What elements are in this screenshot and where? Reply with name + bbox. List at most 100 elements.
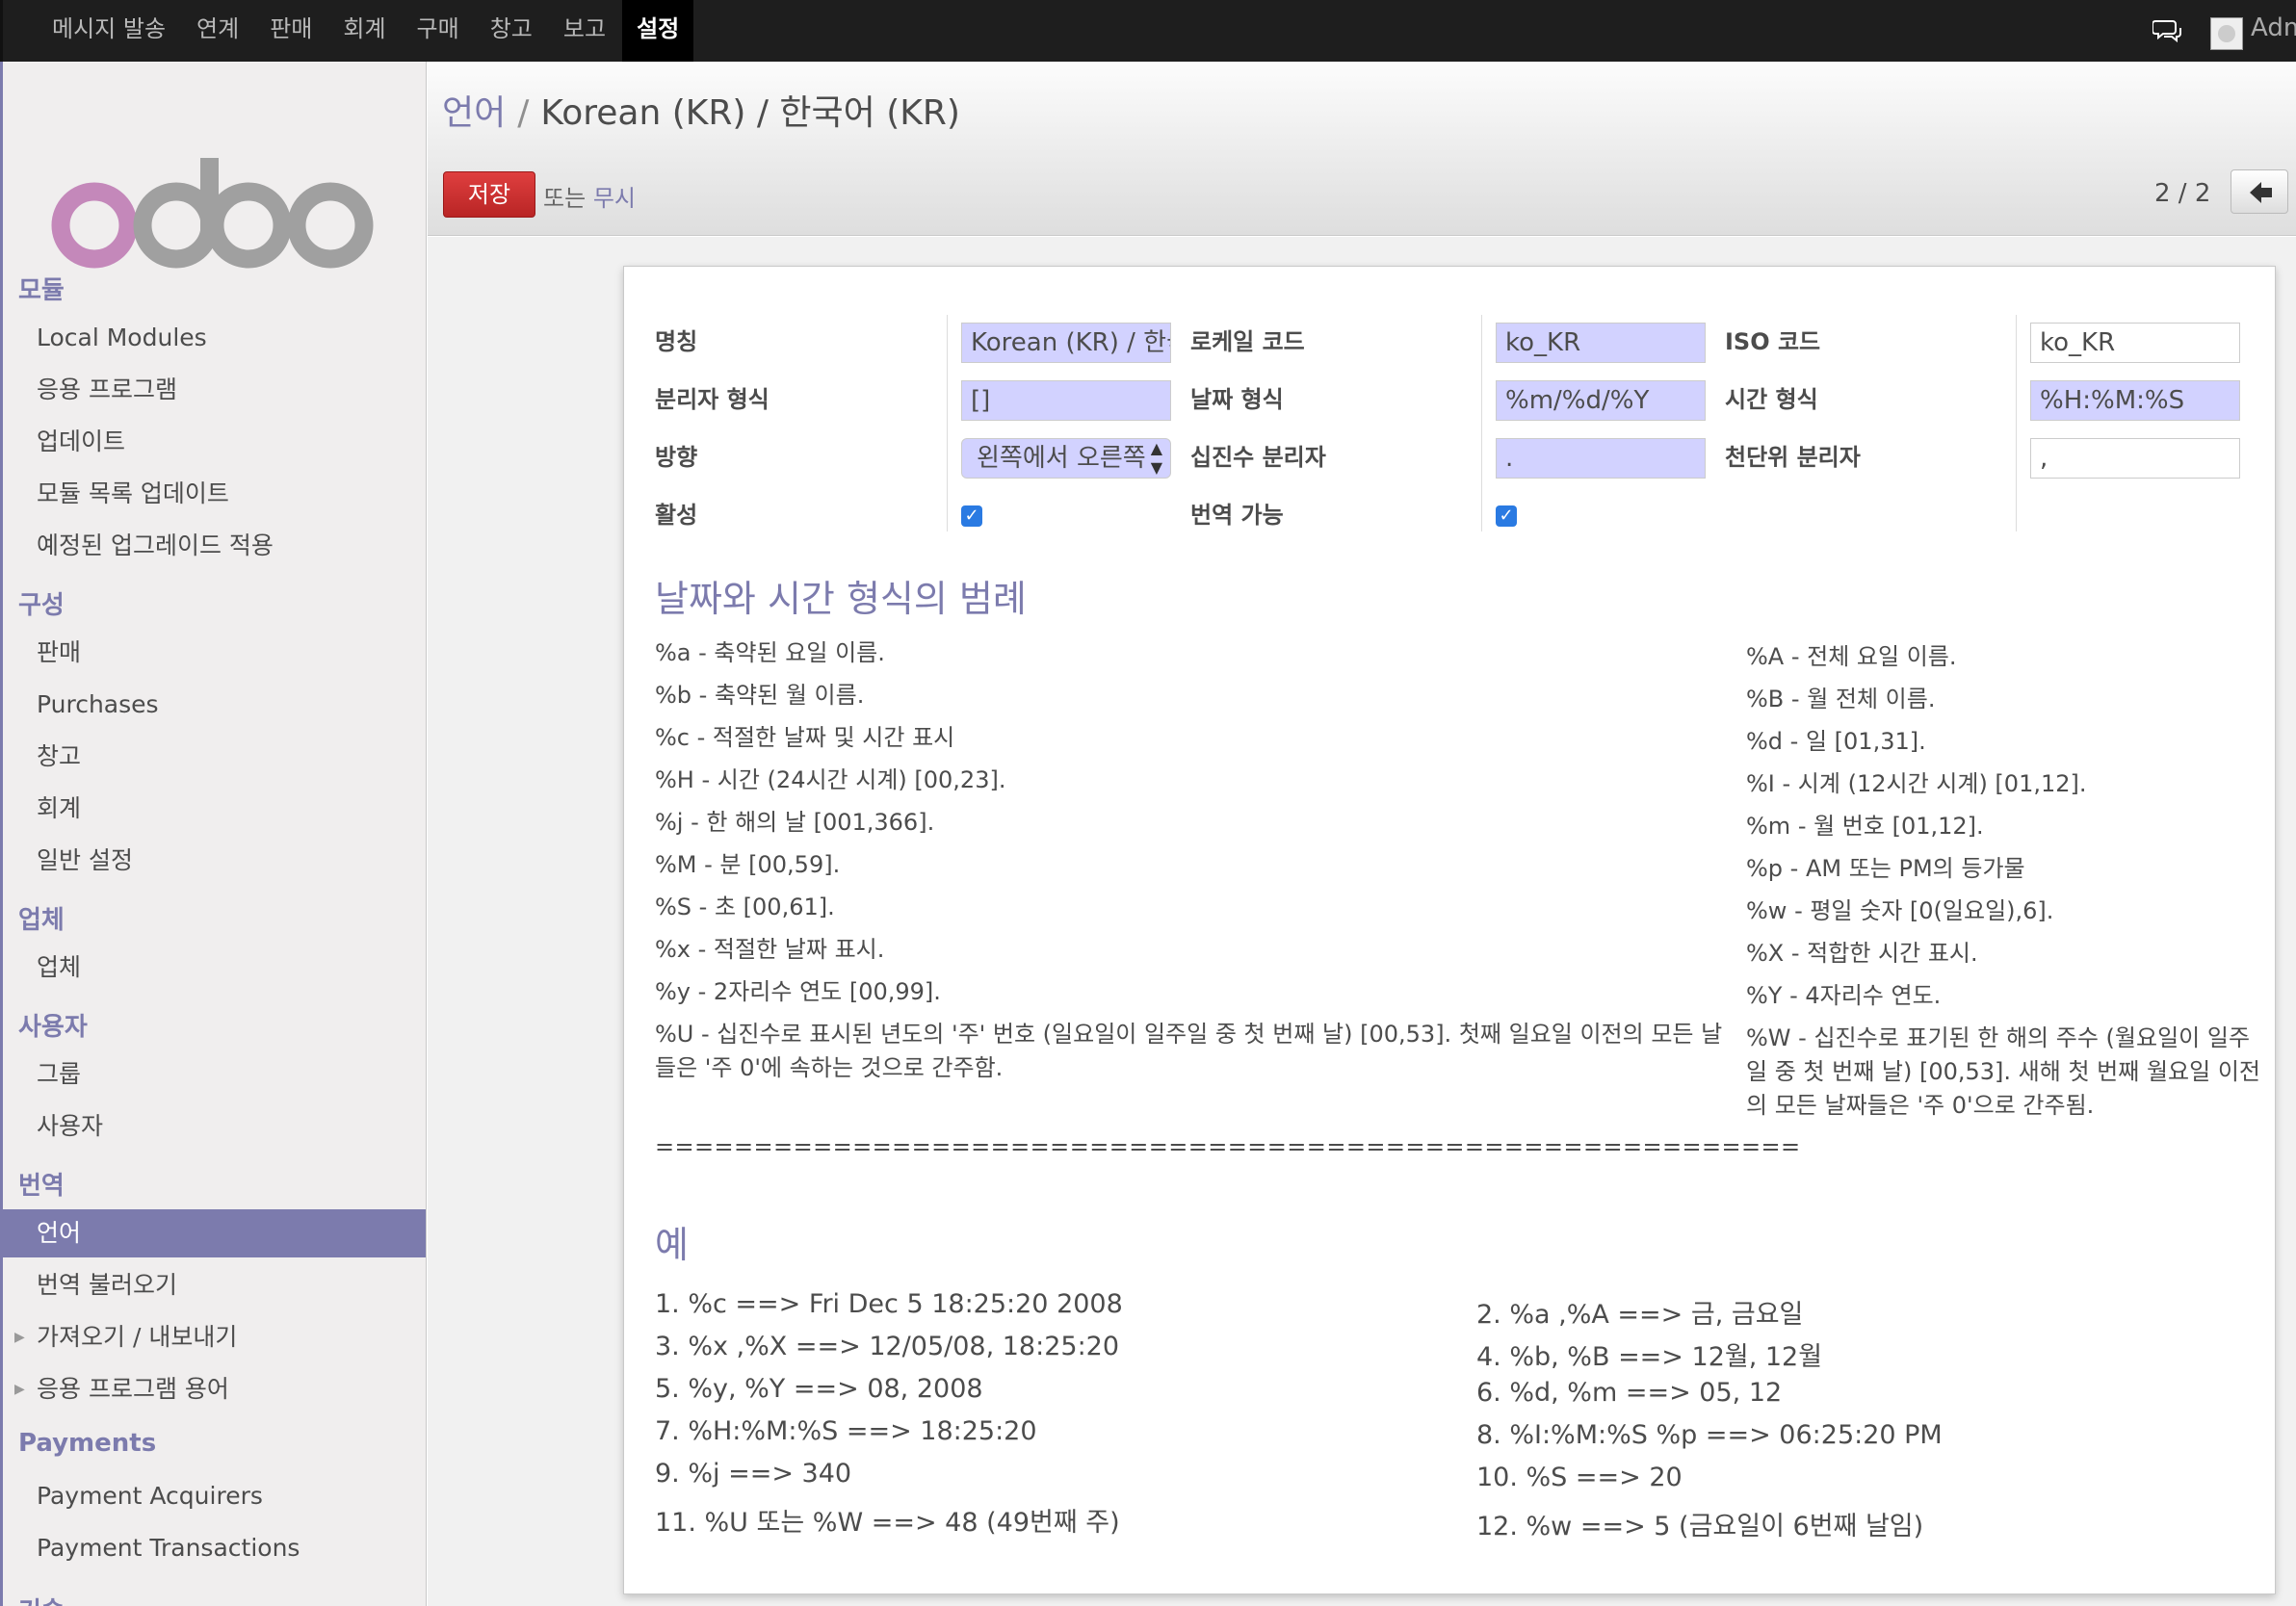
example-item: 11. %U 또는 %W ==> 48 (49번째 주) bbox=[655, 1508, 1120, 1538]
sidebar-item-warehouse[interactable]: 창고 bbox=[3, 733, 426, 781]
sidebar-section-payments: Payments bbox=[18, 1429, 157, 1458]
chat-icon[interactable] bbox=[2152, 17, 2181, 42]
column-divider bbox=[2016, 315, 2017, 531]
example-item: 3. %x ,%X ==> 12/05/08, 18:25:20 bbox=[655, 1332, 1120, 1361]
legend-item: %M - 분 [00,59]. bbox=[655, 851, 841, 878]
sidebar-item-payment-transactions[interactable]: Payment Transactions bbox=[3, 1524, 426, 1572]
sidebar-section-configuration: 구성 bbox=[18, 591, 65, 620]
arrow-left-icon bbox=[2250, 182, 2272, 203]
date-format-field[interactable]: %m/%d/%Y bbox=[1496, 380, 1706, 421]
save-button[interactable]: 저장 bbox=[443, 171, 535, 218]
thousands-separator-field[interactable]: , bbox=[2030, 438, 2240, 479]
or-label: 또는 bbox=[543, 185, 587, 212]
direction-label: 방향 bbox=[655, 444, 698, 471]
active-checkbox[interactable]: ✓ bbox=[961, 505, 982, 527]
sidebar-item-languages[interactable]: 언어 bbox=[3, 1209, 426, 1257]
sidebar-section-translations: 번역 bbox=[18, 1172, 65, 1201]
top-menu-accounting[interactable]: 회계 bbox=[328, 0, 400, 62]
sidebar-item-apply-upgrades[interactable]: 예정된 업그레이드 적용 bbox=[3, 522, 426, 570]
top-menu-settings[interactable]: 설정 bbox=[622, 0, 694, 62]
sidebar-item-label: 응용 프로그램 용어 bbox=[37, 1375, 229, 1403]
caret-right-icon: ▶ bbox=[14, 1382, 25, 1397]
or-discard: 또는 무시 bbox=[543, 179, 636, 213]
sidebar-section-technical: 기술 bbox=[18, 1592, 65, 1606]
legend-item: %b - 축약된 월 이름. bbox=[655, 682, 865, 709]
example-item: 6. %d, %m ==> 05, 12 bbox=[1476, 1378, 1783, 1408]
sidebar-item-groups[interactable]: 그룹 bbox=[3, 1050, 426, 1099]
sidebar-item-local-modules[interactable]: Local Modules bbox=[3, 314, 426, 362]
sidebar-item-load-translation[interactable]: 번역 불러오기 bbox=[3, 1261, 426, 1309]
sidebar-item-application-terms[interactable]: ▶ 응용 프로그램 용어 bbox=[3, 1365, 426, 1413]
odoo-logo bbox=[51, 158, 374, 269]
legend-item: %x - 적절한 날짜 표시. bbox=[655, 936, 885, 963]
name-label: 명칭 bbox=[655, 328, 698, 355]
locale-code-field[interactable]: ko_KR bbox=[1496, 323, 1706, 363]
top-menu-sales[interactable]: 판매 bbox=[255, 0, 326, 62]
example-item: 4. %b, %B ==> 12월, 12월 bbox=[1476, 1342, 1823, 1372]
legend-item: %U - 십진수로 표시된 년도의 '주' 번호 (일요일이 일주일 중 첫 번… bbox=[655, 1021, 1723, 1081]
legend-item: %w - 평일 숫자 [0(일요일),6]. bbox=[1746, 897, 2054, 924]
name-field[interactable]: Korean (KR) / 한국어 (KR) bbox=[961, 323, 1171, 363]
example-item: 7. %H:%M:%S ==> 18:25:20 bbox=[655, 1416, 1037, 1446]
legend-item: %y - 2자리수 연도 [00,99]. bbox=[655, 978, 941, 1005]
sidebar-item-updates[interactable]: 업데이트 bbox=[3, 418, 426, 466]
legend-item: %m - 월 번호 [01,12]. bbox=[1746, 813, 1984, 840]
translatable-checkbox[interactable]: ✓ bbox=[1496, 505, 1517, 527]
direction-select[interactable]: 왼쪽에서 오른쪽 ▲ ▼ bbox=[961, 438, 1171, 479]
sidebar-item-users[interactable]: 사용자 bbox=[3, 1102, 426, 1151]
legend-item: %X - 적합한 시간 표시. bbox=[1746, 940, 1978, 967]
pager-previous-button[interactable] bbox=[2231, 169, 2288, 214]
sidebar-section-modules: 모듈 bbox=[18, 276, 65, 305]
example-item: 9. %j ==> 340 bbox=[655, 1459, 852, 1489]
legend-item: %c - 적절한 날짜 및 시간 표시 bbox=[655, 724, 955, 751]
sidebar-item-import-export[interactable]: ▶ 가져오기 / 내보내기 bbox=[3, 1313, 426, 1361]
top-menu-messaging[interactable]: 메시지 발송 bbox=[38, 0, 180, 62]
example-item: 12. %w ==> 5 (금요일이 6번째 날임) bbox=[1476, 1512, 1924, 1541]
example-item: 8. %I:%M:%S %p ==> 06:25:20 PM bbox=[1476, 1420, 1943, 1450]
sidebar-item-sales[interactable]: 판매 bbox=[3, 629, 426, 677]
top-menu: 메시지 발송 연계 판매 회계 구매 창고 보고 설정 bbox=[38, 0, 695, 62]
legend-item: %B - 월 전체 이름. bbox=[1746, 686, 1936, 712]
top-menu-reporting[interactable]: 보고 bbox=[549, 0, 620, 62]
top-menu-warehouse[interactable]: 창고 bbox=[476, 0, 547, 62]
decimal-separator-field[interactable]: . bbox=[1496, 438, 1706, 479]
iso-code-label: ISO 코드 bbox=[1725, 328, 1821, 355]
discard-link[interactable]: 무시 bbox=[593, 185, 636, 212]
sidebar-item-payment-acquirers[interactable]: Payment Acquirers bbox=[3, 1472, 426, 1520]
decimal-separator-label: 십진수 분리자 bbox=[1190, 444, 1326, 471]
legend-title: 날짜와 시간 형식의 범례 bbox=[655, 578, 1027, 620]
top-menu-purchase[interactable]: 구매 bbox=[403, 0, 474, 62]
translatable-label: 번역 가능 bbox=[1190, 502, 1284, 529]
sidebar-item-apps[interactable]: 응용 프로그램 bbox=[3, 366, 426, 414]
legend-item: %p - AM 또는 PM의 등가물 bbox=[1746, 855, 2025, 882]
sidebar-item-general-settings[interactable]: 일반 설정 bbox=[3, 837, 426, 885]
breadcrumb-parent-link[interactable]: 언어 bbox=[442, 93, 506, 133]
legend-item: %a - 축약된 요일 이름. bbox=[655, 639, 885, 666]
control-panel: 언어 / Korean (KR) / 한국어 (KR) 저장 또는 무시 2 / 2 bbox=[428, 62, 2296, 236]
sidebar-item-accounting[interactable]: 회계 bbox=[3, 785, 426, 833]
sidebar-item-purchases[interactable]: Purchases bbox=[3, 681, 426, 729]
caret-right-icon: ▶ bbox=[14, 1330, 25, 1345]
content-area: 명칭 Korean (KR) / 한국어 (KR) 로케일 코드 ko_KR I… bbox=[428, 237, 2296, 1606]
time-format-label: 시간 형식 bbox=[1725, 386, 1818, 413]
grouping-field[interactable]: [] bbox=[961, 380, 1171, 421]
column-divider bbox=[1481, 315, 1482, 531]
top-menu-connect[interactable]: 연계 bbox=[182, 0, 253, 62]
pager-value: 2 / 2 bbox=[2154, 179, 2211, 208]
top-navbar: 메시지 발송 연계 판매 회계 구매 창고 보고 설정 Adm bbox=[0, 0, 2296, 62]
legend-item: %I - 시계 (12시간 시계) [01,12]. bbox=[1746, 770, 2087, 797]
legend-item: %Y - 4자리수 연도. bbox=[1746, 982, 1942, 1009]
form-sheet: 명칭 Korean (KR) / 한국어 (KR) 로케일 코드 ko_KR I… bbox=[623, 266, 2276, 1594]
sidebar-item-companies[interactable]: 업체 bbox=[3, 944, 426, 992]
sidebar-item-update-module-list[interactable]: 모듈 목록 업데이트 bbox=[3, 470, 426, 518]
thousands-separator-label: 천단위 분리자 bbox=[1725, 444, 1861, 471]
user-name[interactable]: Adm bbox=[2251, 13, 2296, 42]
iso-code-field[interactable]: ko_KR bbox=[2030, 323, 2240, 363]
locale-code-label: 로케일 코드 bbox=[1190, 328, 1305, 355]
date-format-label: 날짜 형식 bbox=[1190, 386, 1284, 413]
example-item: 2. %a ,%A ==> 금, 금요일 bbox=[1476, 1300, 1804, 1330]
sidebar-section-companies: 업체 bbox=[18, 906, 65, 935]
select-arrows-icon: ▲ ▼ bbox=[1150, 439, 1162, 477]
examples-title: 예 bbox=[655, 1224, 689, 1266]
time-format-field[interactable]: %H:%M:%S bbox=[2030, 380, 2240, 421]
